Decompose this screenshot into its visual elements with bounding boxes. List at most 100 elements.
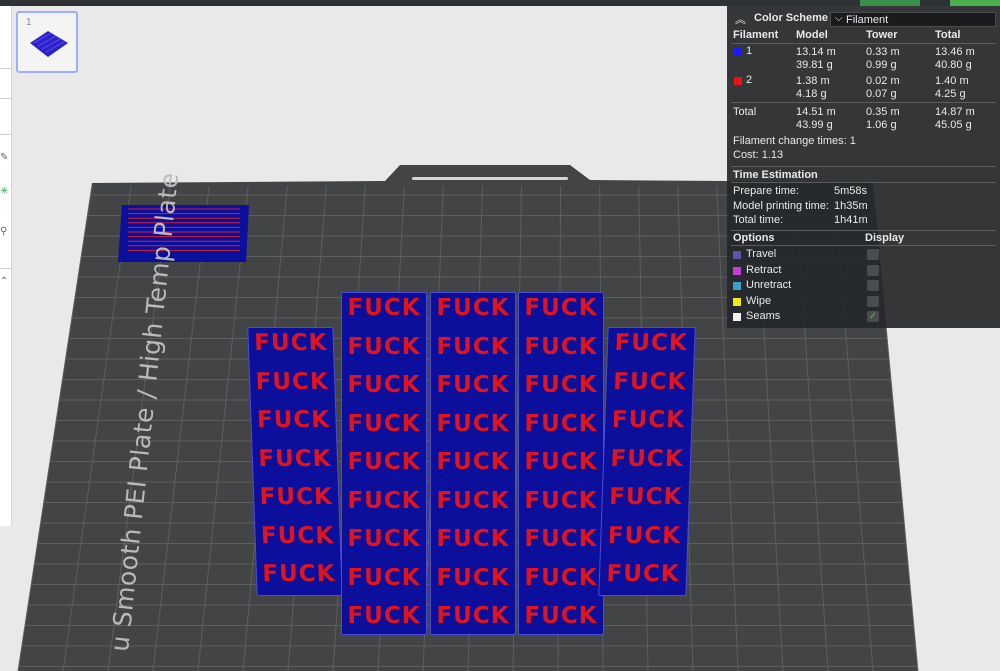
options-title: Options	[733, 232, 775, 244]
object-text: FUCK	[611, 407, 686, 433]
print-object-column[interactable]: FUCK FUCK FUCK FUCK FUCK FUCK FUCK	[247, 327, 343, 596]
object-text: FUCK	[524, 449, 598, 475]
total-time-value: 1h41m	[834, 214, 868, 226]
total-divider	[731, 102, 996, 103]
network-icon[interactable]: ✳	[0, 186, 10, 198]
object-text: FUCK	[436, 526, 510, 552]
total-weight: 45.05 g	[935, 119, 972, 131]
object-text: FUCK	[436, 449, 510, 475]
filament-2-tower-length: 0.02 m	[866, 75, 900, 87]
sidebar-divider	[0, 268, 12, 269]
color-scheme-value: Filament	[846, 14, 889, 26]
object-text: FUCK	[347, 333, 421, 360]
object-text: FUCK	[436, 295, 510, 321]
object-text: FUCK	[347, 295, 421, 321]
object-text: FUCK	[436, 333, 510, 360]
model-printing-time-label: Model printing time:	[733, 200, 829, 212]
header-total: Total	[935, 29, 961, 41]
print-object-column[interactable]: FUCK FUCK FUCK FUCK FUCK FUCK FUCK FUCK FUCK	[430, 292, 516, 635]
option-display-checkbox[interactable]	[867, 280, 879, 292]
header-filament: Filament	[733, 29, 779, 41]
left-sidebar: ✎ ✳ ⚲ ⌃	[0, 6, 12, 526]
model-printing-time-value: 1h35m	[834, 200, 868, 212]
object-text: FUCK	[260, 522, 335, 549]
filament-1-tower-weight: 0.99 g	[866, 59, 897, 71]
section-divider	[731, 182, 996, 183]
filament-2-total-weight: 4.25 g	[935, 88, 966, 100]
chevron-down-icon: ⌵	[835, 13, 843, 24]
object-text: FUCK	[347, 487, 421, 514]
filament-1-model-length: 13.14 m	[796, 46, 836, 58]
option-label: Retract	[746, 263, 782, 276]
total-tower-length: 0.35 m	[866, 106, 900, 118]
object-text: FUCK	[347, 564, 421, 591]
option-swatch	[733, 313, 741, 322]
option-display-checkbox[interactable]: ✓	[867, 311, 879, 323]
object-text: FUCK	[524, 410, 598, 437]
option-display-checkbox[interactable]	[867, 264, 879, 276]
filament-2-total-length: 1.40 m	[935, 75, 969, 87]
object-text: FUCK	[524, 603, 598, 629]
object-text: FUCK	[257, 445, 332, 472]
prepare-time-value: 5m58s	[834, 185, 868, 197]
header-tower: Tower	[866, 29, 898, 41]
object-text: FUCK	[253, 330, 328, 356]
object-text: FUCK	[261, 561, 336, 587]
object-text: FUCK	[524, 487, 598, 514]
object-text: FUCK	[612, 368, 687, 395]
total-model-length: 14.51 m	[796, 106, 836, 118]
filament-change-times: Filament change times: 1	[733, 135, 856, 147]
filament-2-model-length: 1.38 m	[796, 75, 830, 87]
object-text: FUCK	[606, 561, 681, 587]
object-text: FUCK	[347, 449, 421, 475]
sidebar-divider	[0, 134, 12, 135]
object-text: FUCK	[524, 526, 598, 552]
object-text: FUCK	[610, 445, 685, 472]
edit-icon[interactable]: ✎	[0, 152, 10, 164]
filament-2-model-weight: 4.18 g	[796, 88, 827, 100]
chevron-up-icon[interactable]: ⌃	[0, 276, 10, 288]
filament-2-swatch	[734, 77, 742, 85]
option-label: Travel	[746, 248, 777, 260]
option-label: Seams	[746, 310, 781, 323]
option-swatch	[733, 282, 741, 291]
section-divider	[731, 245, 996, 246]
print-object-column[interactable]: FUCK FUCK FUCK FUCK FUCK FUCK FUCK FUCK FUCK	[341, 292, 427, 635]
print-object-column[interactable]: FUCK FUCK FUCK FUCK FUCK FUCK FUCK FUCK FUCK	[518, 292, 604, 635]
option-label: Wipe	[746, 294, 772, 307]
section-divider	[731, 230, 996, 231]
object-text: FUCK	[436, 564, 510, 591]
total-tower-weight: 1.06 g	[866, 119, 897, 131]
object-text: FUCK	[255, 368, 330, 395]
filament-2-tower-weight: 0.07 g	[866, 88, 897, 100]
filament-1-total-weight: 40.80 g	[935, 59, 972, 71]
print-object-column[interactable]: FUCK FUCK FUCK FUCK FUCK FUCK FUCK	[598, 327, 696, 596]
section-divider	[731, 166, 996, 167]
slice-info-panel: ︽ Color Scheme ⌵ Filament Filament Model…	[727, 6, 1000, 328]
total-label: Total	[733, 106, 757, 118]
object-text: FUCK	[607, 522, 682, 549]
thumbnail-preview-icon	[30, 31, 68, 57]
header-model: Model	[796, 29, 828, 41]
object-text: FUCK	[259, 484, 334, 510]
filament-1-total-length: 13.46 m	[935, 46, 975, 58]
option-display-checkbox[interactable]	[867, 295, 879, 307]
total-model-weight: 43.99 g	[796, 119, 833, 131]
color-scheme-dropdown[interactable]: ⌵ Filament	[830, 12, 996, 27]
plate-thumbnail[interactable]: 1	[16, 11, 78, 73]
filament-2-name: 2	[746, 74, 753, 86]
option-display-checkbox[interactable]	[867, 249, 879, 260]
filament-1-name: 1	[746, 45, 753, 57]
object-text: FUCK	[436, 372, 510, 398]
search-icon[interactable]: ⚲	[0, 226, 10, 238]
option-swatch	[733, 297, 741, 306]
object-text: FUCK	[436, 410, 510, 437]
prepare-time-label: Prepare time:	[733, 185, 800, 197]
object-text: FUCK	[614, 330, 689, 356]
object-text: FUCK	[524, 372, 598, 398]
object-text: FUCK	[436, 487, 510, 514]
total-time-label: Total time:	[733, 214, 784, 226]
object-text: FUCK	[608, 484, 683, 510]
collapse-icon[interactable]: ︽	[735, 11, 746, 27]
object-text: FUCK	[524, 295, 598, 321]
